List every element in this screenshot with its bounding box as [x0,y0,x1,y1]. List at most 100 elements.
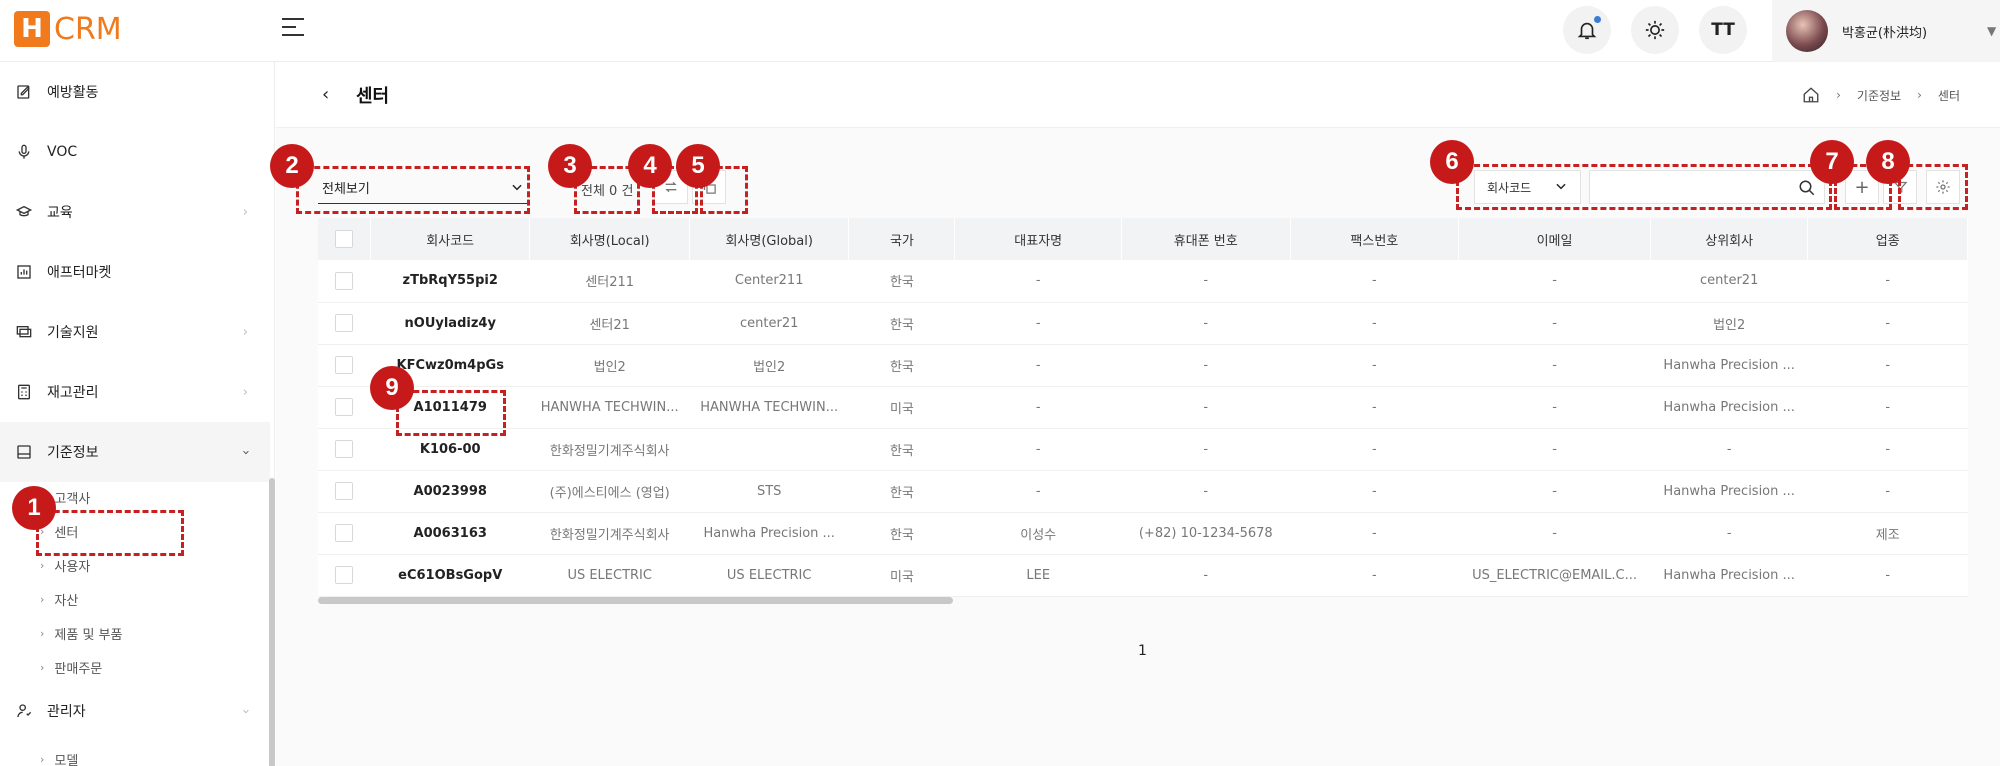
table-row[interactable]: A0063163 한화정밀기계주식회사 Hanwha Precision ... 한국… [318,512,1968,554]
table-cell: 법인2 [753,359,786,375]
table-cell: - [1372,483,1377,499]
sidebar-item-inventory[interactable]: 재고관리 › [0,362,270,422]
row-checkbox[interactable] [335,440,354,458]
row-checkbox[interactable] [335,314,354,332]
table-cell: 한화정밀기계주식회사 [549,527,670,543]
table-cell: (주)에스티에스 (영업) [549,485,670,501]
top-bar: H CRM TT 박홍균(朴洪均) ▼ [0,0,2000,62]
row-select-cell[interactable] [318,554,370,596]
table-cell: - [1552,483,1557,499]
graduation-cap-icon [13,201,35,223]
row-checkbox[interactable] [335,482,354,500]
menu-toggle-icon[interactable] [282,18,304,38]
sub-item-model[interactable]: › 모델 [40,750,78,766]
sidebar-item-prevention[interactable]: 예방활동 [0,62,270,122]
sub-item-label: 사용자 [54,560,91,575]
table-cell: 이성수 [1020,527,1057,543]
table-cell: Hanwha Precision ... [1663,567,1795,583]
company-code-cell[interactable]: nOUyladiz4y [370,302,529,344]
table-row[interactable]: A1011479 HANWHA TECHWIN... HANWHA TECHWIN.… [318,386,1968,428]
table-cell: - [1885,483,1891,499]
column-header[interactable]: 팩스번호 [1290,218,1460,260]
annotation-box-6 [1456,164,1832,210]
table-row[interactable]: K106-00 한화정밀기계주식회사 한국 - - - - - - [318,428,1968,470]
sub-item-products[interactable]: › 제품 및 부품 [40,624,122,643]
sub-item-assets[interactable]: › 자산 [40,590,78,609]
table-cell: Hanwha Precision ... [1663,399,1795,415]
row-checkbox[interactable] [335,356,354,374]
row-select-cell[interactable] [318,302,370,344]
theme-toggle-button[interactable] [1631,6,1679,54]
text-size-button[interactable]: TT [1699,6,1747,54]
table-cell: - [1552,357,1557,373]
row-checkbox[interactable] [335,398,354,416]
table-cell: 법인2 [1713,317,1746,333]
row-checkbox[interactable] [335,524,354,542]
sub-item-users[interactable]: › 사용자 [40,556,90,575]
table-cell: 한국 [889,317,914,333]
annotation-box-9 [396,390,506,436]
user-name: 박홍균(朴洪均) [1842,25,1928,41]
sidebar-scrollbar[interactable] [269,478,275,766]
column-header[interactable]: 국가 [848,218,956,260]
home-icon[interactable] [1802,86,1820,104]
row-checkbox[interactable] [335,271,354,290]
select-all-cell[interactable] [318,218,371,260]
microphone-icon [13,141,35,163]
table-cell: 한국 [889,527,914,543]
table-row[interactable]: A0023998 (주)에스티에스 (영업) STS 한국 - - - - Hanwha Pre… [318,470,1968,512]
table-cell: US ELECTRIC [726,567,812,583]
company-code-cell[interactable]: eC61OBsGopV [370,554,529,596]
app-logo[interactable]: H CRM [14,10,122,48]
annotation-marker-6: 6 [1430,140,1474,184]
table-cell: US_ELECTRIC@EMAIL.C... [1472,567,1637,583]
row-select-cell[interactable] [318,260,370,302]
sidebar-item-aftermarket[interactable]: 애프터마켓 [0,242,270,302]
row-checkbox[interactable] [335,566,354,584]
sub-item-label: 제품 및 부품 [54,628,123,643]
annotation-marker-3: 3 [548,144,592,188]
sidebar-item-education[interactable]: 교육 › [0,182,270,242]
column-header[interactable]: 휴대폰 번호 [1121,218,1291,260]
user-menu[interactable]: 박홍균(朴洪均) ▼ [1772,0,2000,62]
column-header[interactable]: 회사코드 [370,218,531,260]
select-all-checkbox[interactable] [334,230,353,248]
company-code-cell[interactable]: A0063163 [370,512,529,554]
table-cell: 한화정밀기계주식회사 [549,443,670,459]
table-row[interactable]: eC61OBsGopV US ELECTRIC US ELECTRIC 미국 LEE - -… [318,554,1968,596]
sidebar-item-master-data[interactable]: 기준정보 › [0,422,270,482]
pagination-current-page[interactable]: 1 [1138,643,1147,659]
table-row[interactable]: zTbRqY55pi2 센터211 Center211 한국 - - - - center21 - [318,260,1968,302]
row-select-cell[interactable] [318,428,370,470]
table-horizontal-scrollbar[interactable] [318,597,953,604]
annotation-marker-9: 9 [370,366,414,410]
sidebar-item-admin[interactable]: 관리자 › [0,681,270,741]
column-header[interactable]: 이메일 [1458,218,1651,260]
sub-item-sales-orders[interactable]: › 판매주문 [40,658,102,677]
chevron-right-icon: › [242,384,248,400]
table-row[interactable]: nOUyladiz4y 센터21 center21 한국 - - - - 법인2 - [318,302,1968,344]
row-select-cell[interactable] [318,470,370,512]
table-cell: - [1203,399,1209,415]
column-header[interactable]: 상위회사 [1650,218,1809,260]
company-code-cell[interactable]: A0023998 [370,470,529,512]
table-cell: - [1885,357,1891,373]
breadcrumb: › 기준정보 › 센터 [1802,86,1960,104]
column-header[interactable]: 대표자명 [954,218,1122,260]
table-cell: 한국 [889,359,914,375]
column-header[interactable]: 업종 [1807,218,1968,260]
table-row[interactable]: KFCwz0m4pGs 법인2 법인2 한국 - - - - Hanwha Precision … [318,344,1968,386]
table-cell: - [1203,441,1209,457]
sidebar-item-voc[interactable]: VOC [0,122,270,182]
row-select-cell[interactable] [318,512,370,554]
sidebar-item-tech-support[interactable]: 기술지원 › [0,302,270,362]
row-select-cell[interactable] [318,344,370,386]
column-header[interactable]: 회사명(Local) [529,218,690,260]
row-select-cell[interactable] [318,386,370,428]
notification-button[interactable] [1563,6,1611,54]
breadcrumb-item[interactable]: 기준정보 [1857,87,1901,104]
table-cell: - [1552,315,1557,331]
column-header[interactable]: 회사명(Global) [689,218,850,260]
back-arrow-icon[interactable]: ‹ [322,84,329,105]
company-code-cell[interactable]: zTbRqY55pi2 [370,260,529,302]
